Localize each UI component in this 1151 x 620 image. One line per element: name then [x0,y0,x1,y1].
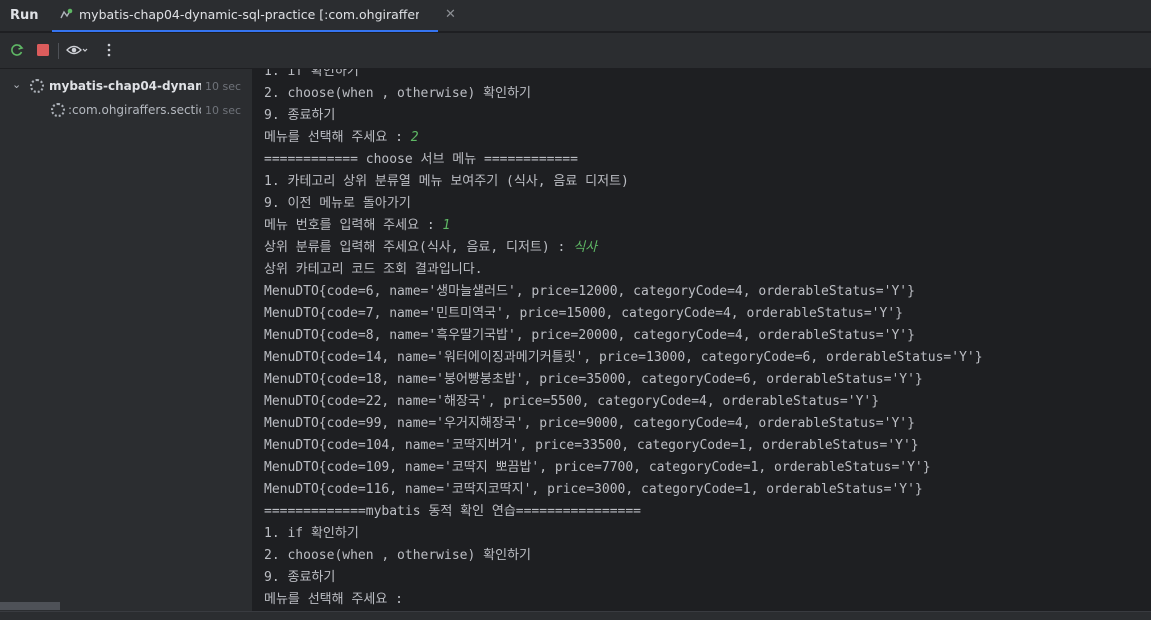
console-line: ============ choose 서브 메뉴 ============ [264,149,578,171]
console-line: 상위 카테고리 코드 조회 결과입니다. [264,259,483,281]
console-line-text: MenuDTO{code=22, name='해장국', price=5500,… [264,394,880,409]
console-output[interactable]: 1. if 확인하기 2. choose(when , otherwise) 확인… [254,69,1151,611]
run-configuration-tab-label: mybatis-chap04-dynamic-sql-practice [:co… [79,7,419,22]
run-tree-panel: ⌄ mybatis-chap04-dynamic- 10 sec :com.oh… [0,69,253,611]
console-line: MenuDTO{code=116, name='코딱지코딱지', price=3… [264,479,923,501]
console-line-text: MenuDTO{code=7, name='민트미역국', price=1500… [264,306,903,321]
status-bar [0,611,1151,620]
close-tab-icon[interactable]: ✕ [445,7,456,22]
console-line: 1. 카테고리 상위 분류열 메뉴 보여주기 (식사, 음료 디저트) [264,171,629,193]
console-line: MenuDTO{code=109, name='코딱지 뽀끔밥', price=… [264,457,931,479]
console-line: MenuDTO{code=18, name='붕어빵붕초밥', price=35… [264,369,923,391]
console-line: 1. if 확인하기 [264,69,359,83]
console-line-text: 9. 종료하기 [264,108,336,123]
console-line-text: 메뉴 번호를 입력해 주세요 : [264,218,443,233]
active-tab-indicator [52,30,438,32]
console-line-text: MenuDTO{code=14, name='워터에이징과메기커틀릿', pri… [264,350,983,365]
console-user-input: 식사 [573,240,598,255]
console-line: MenuDTO{code=99, name='우거지해장국', price=90… [264,413,915,435]
console-line-text: 1. 카테고리 상위 분류열 메뉴 보여주기 (식사, 음료 디저트) [264,174,629,189]
run-toolbar [0,33,1151,69]
tree-item-root-time: 10 sec [205,80,242,93]
tree-item-child[interactable]: :com.ohgiraffers.section0 10 sec [0,99,253,121]
console-line-text: MenuDTO{code=8, name='흑우딸기국밥', price=200… [264,328,915,343]
console-line: 메뉴 번호를 입력해 주세요 : 1 [264,215,450,237]
console-line: 메뉴를 선택해 주세요 : [264,589,411,611]
console-line: MenuDTO{code=8, name='흑우딸기국밥', price=200… [264,325,915,347]
console-line: MenuDTO{code=104, name='코딱지버거', price=33… [264,435,919,457]
console-line-text: MenuDTO{code=116, name='코딱지코딱지', price=3… [264,482,923,497]
console-line-text: =============mybatis 동적 확인 연습===========… [264,504,641,519]
horizontal-scrollbar[interactable] [0,602,60,610]
console-line: 1. if 확인하기 [264,523,359,545]
rerun-icon[interactable] [8,41,26,59]
console-line-text: 상위 카테고리 코드 조회 결과입니다. [264,262,483,277]
console-line: 메뉴를 선택해 주세요 : 2 [264,127,419,149]
console-line: MenuDTO{code=14, name='워터에이징과메기커틀릿', pri… [264,347,983,369]
console-line: 상위 분류를 입력해 주세요(식사, 음료, 디저트) : 식사 [264,237,597,259]
tree-item-root-label: mybatis-chap04-dynamic- [49,79,201,93]
console-line-text: MenuDTO{code=104, name='코딱지버거', price=33… [264,438,919,453]
running-spinner-icon [51,103,65,117]
console-line: 9. 이전 메뉴로 돌아가기 [264,193,411,215]
console-line: MenuDTO{code=22, name='해장국', price=5500,… [264,391,879,413]
console-line-text: ============ choose 서브 메뉴 ============ [264,152,578,167]
run-configuration-tab[interactable]: mybatis-chap04-dynamic-sql-practice [:co… [52,0,456,32]
console-line: 9. 종료하기 [264,567,335,589]
console-line-text: 1. if 확인하기 [264,526,359,541]
tree-item-child-label: :com.ohgiraffers.section0 [68,103,201,117]
more-options-icon[interactable] [100,41,118,59]
run-tool-window-title: Run [10,8,39,23]
console-line-text: MenuDTO{code=99, name='우거지해장국', price=90… [264,416,915,431]
running-spinner-icon [30,79,44,93]
chevron-down-icon[interactable]: ⌄ [12,78,21,91]
console-line: MenuDTO{code=6, name='생마늘샐러드', price=120… [264,281,915,303]
console-line-text: 메뉴를 선택해 주세요 : [264,592,411,607]
console-line-text: 상위 분류를 입력해 주세요(식사, 음료, 디저트) : [264,240,574,255]
console-line: 9. 종료하기 [264,105,335,127]
console-line: MenuDTO{code=7, name='민트미역국', price=1500… [264,303,903,325]
console-line-text: 9. 종료하기 [264,570,336,585]
tree-item-root[interactable]: ⌄ mybatis-chap04-dynamic- 10 sec [0,75,253,97]
console-line-text: 9. 이전 메뉴로 돌아가기 [264,196,411,211]
tree-item-child-time: 10 sec [205,104,242,117]
console-line-text: 2. choose(when , otherwise) 확인하기 [264,548,531,563]
show-options-eye-icon[interactable] [66,41,88,59]
stop-icon[interactable] [34,41,52,59]
console-line-text: MenuDTO{code=109, name='코딱지 뽀끔밥', price=… [264,460,931,475]
toolbar-separator [58,43,59,59]
console-line: =============mybatis 동적 확인 연습===========… [264,501,641,523]
console-line: 2. choose(when , otherwise) 확인하기 [264,83,531,105]
console-user-input: 1 [442,218,451,233]
console-line-text: MenuDTO{code=6, name='생마늘샐러드', price=120… [264,284,915,299]
run-tab-bar: Run mybatis-chap04-dynamic-sql-practice … [0,0,1151,32]
console-user-input: 2 [410,130,419,145]
console-line: 2. choose(when , otherwise) 확인하기 [264,545,531,567]
run-config-icon [58,7,74,23]
console-line-text: 2. choose(when , otherwise) 확인하기 [264,86,531,101]
console-line-text: 메뉴를 선택해 주세요 : [264,130,411,145]
console-line-text: 1. if 확인하기 [264,69,359,79]
console-line-text: MenuDTO{code=18, name='붕어빵붕초밥', price=35… [264,372,923,387]
